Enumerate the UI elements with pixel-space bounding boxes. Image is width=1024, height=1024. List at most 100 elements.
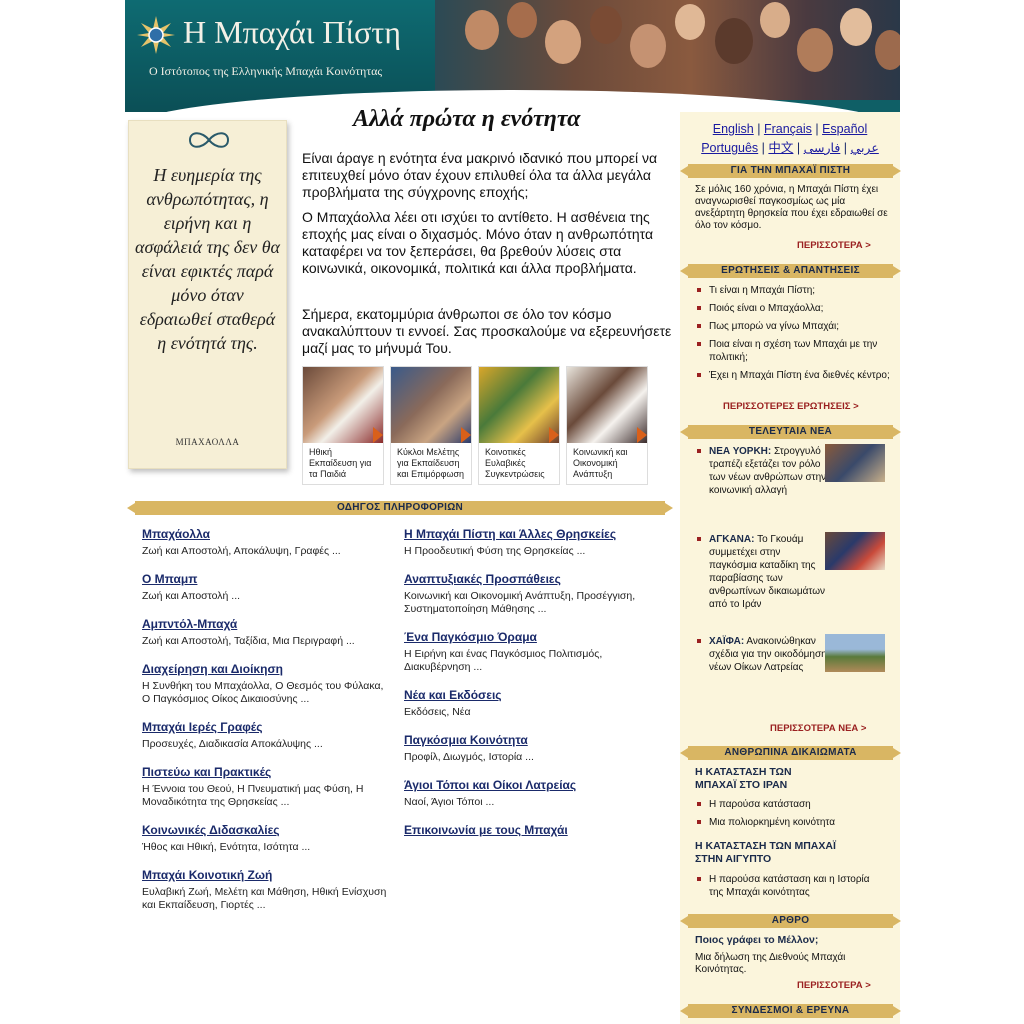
faq-item[interactable]: Τι είναι η Μπαχάι Πίστη; [695,284,890,297]
guide-link-title[interactable]: Επικοινωνία με τους Μπαχάι [404,823,649,837]
site-subtitle: Ο Ιστότοπος της Ελληνικής Μπαχάι Κοινότη… [149,64,383,78]
thumb-social-economic-development[interactable]: Κοινωνική και Οικονομική Ανάπτυξη [566,366,648,485]
faq-item[interactable]: Ποιός είναι ο Μπαχάολλα; [695,302,890,315]
guide-link-desc: Κοινωνική και Οικονομική Ανάπτυξη, Προσέ… [404,590,636,615]
thumb-photo [391,367,471,443]
main-title: Αλλά πρώτα η ενότητα [353,106,581,132]
thumb-caption: Κύκλοι Μελέτης για Εκπαίδευση και Επιμόρ… [397,447,465,479]
article-more-link[interactable]: ΠΕΡΙΣΣΟΤΕΡΑ > [797,980,871,991]
thumb-study-circles[interactable]: Κύκλοι Μελέτης για Εκπαίδευση και Επιμόρ… [390,366,472,485]
guide-link-title[interactable]: Μπαχάι Κοινοτική Ζωή [142,868,387,882]
header-photo-crowd [435,0,900,100]
faq-list: Τι είναι η Μπαχάι Πίστη; Ποιός είναι ο Μ… [695,284,890,387]
guide-link[interactable]: Νέα και Εκδόσεις Εκδόσεις, Νέα [404,688,649,719]
guide-link[interactable]: Αμπντόλ-Μπαχά Ζωή και Αποστολή, Ταξίδια, … [142,617,387,648]
intro-paragraph: Σήμερα, εκατομμύρια άνθρωποι σε όλο τον … [302,306,672,356]
faq-item[interactable]: Ποια είναι η σχέση των Μπαχάι με την πολ… [695,338,890,364]
guide-link-desc: Ευλαβική Ζωή, Μελέτη και Μάθηση, Ηθική Ε… [142,886,387,911]
guide-link-title[interactable]: Νέα και Εκδόσεις [404,688,649,702]
guide-link-desc: Εκδόσεις, Νέα [404,706,471,718]
guide-link-title[interactable]: Πιστεύω και Πρακτικές [142,765,387,779]
guide-link-title[interactable]: Η Μπαχάι Πίστη και Άλλες Θρησκείες [404,527,649,541]
guide-link-desc: Ζωή και Αποστολή ... [142,590,241,602]
lang-link-chinese[interactable]: 中文 [768,141,793,155]
guide-link-title[interactable]: Μπαχάι Ιερές Γραφές [142,720,387,734]
bahai-star-logo[interactable] [137,16,175,54]
guide-link[interactable]: Ο Μπαμπ Ζωή και Αποστολή ... [142,572,387,603]
guide-link-desc: Η Ειρήνη και ένας Παγκόσμιος Πολιτισμός,… [404,648,603,673]
arrow-icon [549,427,559,443]
news-item[interactable]: ΝΕΑ ΥΟΡΚΗ: Στρογγυλό τραπέζι εξετάζει το… [695,445,829,497]
news-item[interactable]: ΑΓΚΑΝΑ: Το Γκουάμ συμμετέχει στην παγκόσ… [695,533,829,611]
lang-link-portuguese[interactable]: Português [701,141,758,155]
news-photo[interactable] [825,444,885,482]
guide-link[interactable]: Πιστεύω και Πρακτικές Η Έννοια του Θεού, … [142,765,387,809]
guide-link[interactable]: Μπαχάι Ιερές Γραφές Προσευχές, Διαδικασία… [142,720,387,751]
faq-more-link[interactable]: ΠΕΡΙΣΣΟΤΕΡΕΣ ΕΡΩΤΗΣΕΙΣ > [723,401,859,412]
egypt-heading: Η ΚΑΤΑΣΤΑΣΗ ΤΩΝ ΜΠΑΧΑΪ ΣΤΗΝ ΑΙΓΥΠΤΟ [695,840,836,865]
lang-link-arabic[interactable]: عربي [851,141,879,155]
quote-text: Η ευημερία της ανθρωπότητας, η ειρήνη κα… [135,165,280,353]
guide-link-desc: Προσευχές, Διαδικασία Αποκάλυψης ... [142,738,323,750]
thumb-moral-education[interactable]: Ηθική Εκπαίδευση για τα Παιδιά [302,366,384,485]
guide-link[interactable]: Η Μπαχάι Πίστη και Άλλες Θρησκείες Η Προο… [404,527,649,558]
lang-link-spanish[interactable]: Español [822,122,867,136]
thumb-photo [479,367,559,443]
intro-paragraph: Είναι άραγε η ενότητα ένα μακρινό ιδανικ… [302,150,658,200]
news-photo[interactable] [825,634,885,672]
guide-bar: ΟΔΗΓΟΣ ΠΛΗΡΟΦΟΡΙΩΝ [127,501,673,515]
intro-paragraph: Ο Μπαχάολλα λέει οτι ισχύει το αντίθετο.… [302,209,654,276]
news-place: ΝΕΑ ΥΟΡΚΗ: [709,446,772,457]
guide-link-title[interactable]: Μπαχάολλα [142,527,387,541]
guide-link-desc: Η Προοδευτική Φύση της Θρησκείας ... [404,545,586,557]
guide-link-desc: Η Συνθήκη του Μπαχάολλα, Ο Θεσμός του Φύ… [142,680,384,705]
lang-link-persian[interactable]: فارسی [804,141,841,155]
guide-link-title[interactable]: Αναπτυξιακές Προσπάθειες [404,572,649,586]
guide-link-title[interactable]: Ο Μπαμπ [142,572,387,586]
rights-item[interactable]: Μια πολιορκημένη κοινότητα [695,816,890,829]
rights-item[interactable]: Η παρούσα κατάσταση [695,798,890,811]
guide-link-title[interactable]: Άγιοι Τόποι και Οίκοι Λατρείας [404,778,649,792]
faq-item[interactable]: Πως μπορώ να γίνω Μπαχάι; [695,320,890,333]
guide-link-title[interactable]: Αμπντόλ-Μπαχά [142,617,387,631]
guide-link-title[interactable]: Ένα Παγκόσμιο Όραμα [404,630,649,644]
guide-link-title[interactable]: Παγκόσμια Κοινότητα [404,733,649,747]
thumb-photo [567,367,647,443]
egypt-list: Η παρούσα κατάσταση και η Ιστορία της Μπ… [695,873,870,904]
guide-link[interactable]: Άγιοι Τόποι και Οίκοι Λατρείας Ναοί, Άγιο… [404,778,649,809]
ornament-icon [188,132,230,148]
rights-item[interactable]: Η παρούσα κατάσταση και η Ιστορία της Μπ… [695,873,870,899]
guide-link[interactable]: Αναπτυξιακές Προσπάθειες Κοινωνική και Οι… [404,572,649,616]
guide-link-title[interactable]: Διαχείρηση και Διοίκηση [142,662,387,676]
guide-link-desc: Ναοί, Άγιοι Τόποι ... [404,796,495,808]
news-more-link[interactable]: ΠΕΡΙΣΣΟΤΕΡΑ ΝΕΑ > [770,723,866,734]
guide-link[interactable]: Μπαχάι Κοινοτική Ζωή Ευλαβική Ζωή, Μελέτη… [142,868,387,912]
guide-link[interactable]: Μπαχάολλα Ζωή και Αποστολή, Αποκάλυψη, Γρ… [142,527,387,558]
guide-link-title[interactable]: Κοινωνικές Διδασκαλίες [142,823,387,837]
thumb-caption: Ηθική Εκπαίδευση για τα Παιδιά [309,447,372,479]
arrow-icon [461,427,471,443]
lang-link-french[interactable]: Français [764,122,812,136]
quote-box: Η ευημερία της ανθρωπότητας, η ειρήνη κα… [128,120,287,469]
lang-link-english[interactable]: English [713,122,754,136]
site-title[interactable]: Η Μπαχάι Πίστη [183,14,401,51]
language-links: English | Français | Español Português |… [701,122,879,155]
faq-item[interactable]: Έχει η Μπαχάι Πίστη ένα διεθνές κέντρο; [695,369,890,382]
thumb-devotional-gatherings[interactable]: Κοινοτικές Ευλαβικές Συγκεντρώσεις [478,366,560,485]
guide-link-desc: Ζωή και Αποστολή, Ταξίδια, Μια Περιγραφή… [142,635,355,647]
guide-link[interactable]: Παγκόσμια Κοινότητα Προφίλ, Διωγμός, Ιστο… [404,733,649,764]
guide-link[interactable]: Επικοινωνία με τους Μπαχάι [404,823,649,837]
guide-link[interactable]: Ένα Παγκόσμιο Όραμα Η Ειρήνη και ένας Παγ… [404,630,649,674]
thumb-caption: Κοινοτικές Ευλαβικές Συγκεντρώσεις [485,447,545,479]
news-photo[interactable] [825,532,885,570]
guide-link[interactable]: Διαχείρηση και Διοίκηση Η Συνθήκη του Μπα… [142,662,387,706]
about-more-link[interactable]: ΠΕΡΙΣΣΟΤΕΡΑ > [797,240,871,251]
guide-link-desc: Ήθος και Ηθική, Ενότητα, Ισότητα ... [142,841,311,853]
news-item[interactable]: ΧΑΪΦΑ: Ανακοινώθηκαν σχέδια για την οικο… [695,635,829,674]
article-title[interactable]: Ποιος γράφει το Μέλλον; [695,934,895,947]
right-sidebar: English | Français | Español Português |… [680,112,901,1024]
guide-link-desc: Προφίλ, Διωγμός, Ιστορία ... [404,751,534,763]
faq-bar: ΕΡΩΤΗΣΕΙΣ & ΑΠΑΝΤΗΣΕΙΣ [680,264,901,278]
arrow-icon [637,427,647,443]
guide-link[interactable]: Κοινωνικές Διδασκαλίες Ήθος και Ηθική, Εν… [142,823,387,854]
